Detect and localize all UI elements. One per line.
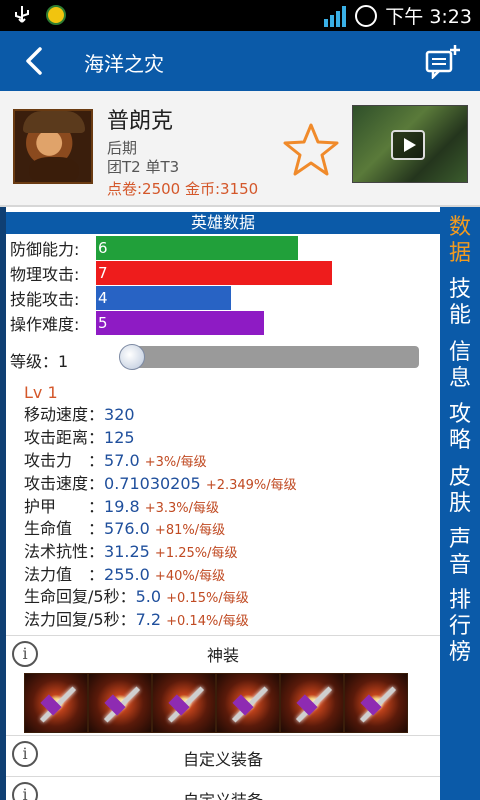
hero-stage: 后期 [107, 139, 138, 157]
rating-label: 物理攻击: [10, 265, 80, 284]
equipment-header[interactable]: 神装 [6, 635, 440, 669]
back-button[interactable] [20, 45, 52, 77]
equipment-title: 神装 [206, 646, 239, 665]
attribute-row: 移动速度：320 [24, 405, 135, 424]
level-slider-track[interactable] [124, 346, 419, 368]
side-nav-item-sounds[interactable]: 声音 [440, 527, 480, 579]
app-notification-icon [46, 5, 66, 25]
attribute-row: 攻击距离：125 [24, 428, 135, 447]
favorite-star-icon[interactable] [281, 121, 341, 179]
attribute-row: 攻击速度：0.71030205 +2.349%/每级 [24, 474, 297, 493]
side-nav-item-guide[interactable]: 攻略 [440, 402, 480, 454]
comment-add-icon[interactable] [424, 43, 462, 79]
side-nav-item-ranking[interactable]: 排行榜 [440, 588, 480, 666]
attribute-row: 攻击力 ：57.0 +3%/每级 [24, 451, 207, 470]
equipment-item[interactable] [216, 673, 280, 733]
hero-name: 普朗克 [107, 109, 174, 134]
section-title: 英雄数据 [6, 212, 440, 234]
side-nav-item-skins[interactable]: 皮肤 [440, 465, 480, 517]
equipment-item[interactable] [280, 673, 344, 733]
level-slider-thumb[interactable] [119, 344, 145, 370]
page-title: 海洋之灾 [84, 52, 164, 76]
rating-label: 操作难度: [10, 315, 80, 334]
custom-equipment-row[interactable]: 自定义装备 [6, 735, 440, 775]
level-heading: Lv 1 [24, 383, 58, 402]
equipment-item[interactable] [88, 673, 152, 733]
video-thumbnail[interactable] [352, 105, 468, 183]
title-bar: 海洋之灾 [0, 31, 480, 91]
hero-portrait [13, 109, 93, 184]
level-label: 等级：1 [10, 352, 69, 371]
custom-equipment-row[interactable]: 自定义装备 [6, 776, 440, 800]
rating-label: 防御能力: [10, 240, 80, 259]
rating-bar: 6 [96, 236, 298, 260]
attribute-row: 生命回复/5秒：5.0 +0.15%/每级 [24, 587, 249, 606]
hero-data-panel: 英雄数据 防御能力: 6 物理攻击: 7 技能攻击: 4 操作难度: 5 等级：… [0, 207, 440, 800]
side-nav-item-skills[interactable]: 技能 [440, 277, 480, 329]
attribute-row: 护甲 ：19.8 +3.3%/每级 [24, 497, 220, 516]
custom-equipment-label: 自定义装备 [6, 787, 440, 800]
hero-price: 点卷:2500 金币:3150 [107, 180, 259, 198]
rating-row: 操作难度: 5 [10, 311, 264, 335]
status-time: 下午 3:23 [385, 6, 472, 28]
usb-icon [15, 6, 29, 23]
rating-row: 技能攻击: 4 [10, 286, 231, 310]
equipment-items [24, 673, 410, 733]
equipment-item[interactable] [344, 673, 408, 733]
status-bar: 下午 3:23 [0, 0, 480, 31]
attribute-row: 法力值 ：255.0 +40%/每级 [24, 565, 226, 584]
battery-charging-icon [355, 4, 378, 27]
attribute-row: 法力回复/5秒：7.2 +0.14%/每级 [24, 610, 249, 629]
custom-equipment-label: 自定义装备 [182, 750, 263, 769]
rating-row: 物理攻击: 7 [10, 261, 332, 285]
rating-bar: 4 [96, 286, 231, 310]
attribute-row: 法术抗性：31.25 +1.25%/每级 [24, 542, 238, 561]
side-nav: 数据 技能 信息 攻略 皮肤 声音 排行榜 [440, 207, 480, 800]
rating-bar: 5 [96, 311, 264, 335]
signal-icon [324, 5, 347, 27]
hero-position: 团T2 单T3 [107, 158, 180, 176]
side-nav-item-info[interactable]: 信息 [440, 340, 480, 392]
play-icon [391, 130, 425, 160]
rating-row: 防御能力: 6 [10, 236, 298, 260]
equipment-item[interactable] [24, 673, 88, 733]
rating-bar: 7 [96, 261, 332, 285]
side-nav-item-data[interactable]: 数据 [440, 215, 480, 267]
rating-label: 技能攻击: [10, 290, 80, 309]
attribute-row: 生命值 ：576.0 +81%/每级 [24, 519, 226, 538]
equipment-item[interactable] [152, 673, 216, 733]
